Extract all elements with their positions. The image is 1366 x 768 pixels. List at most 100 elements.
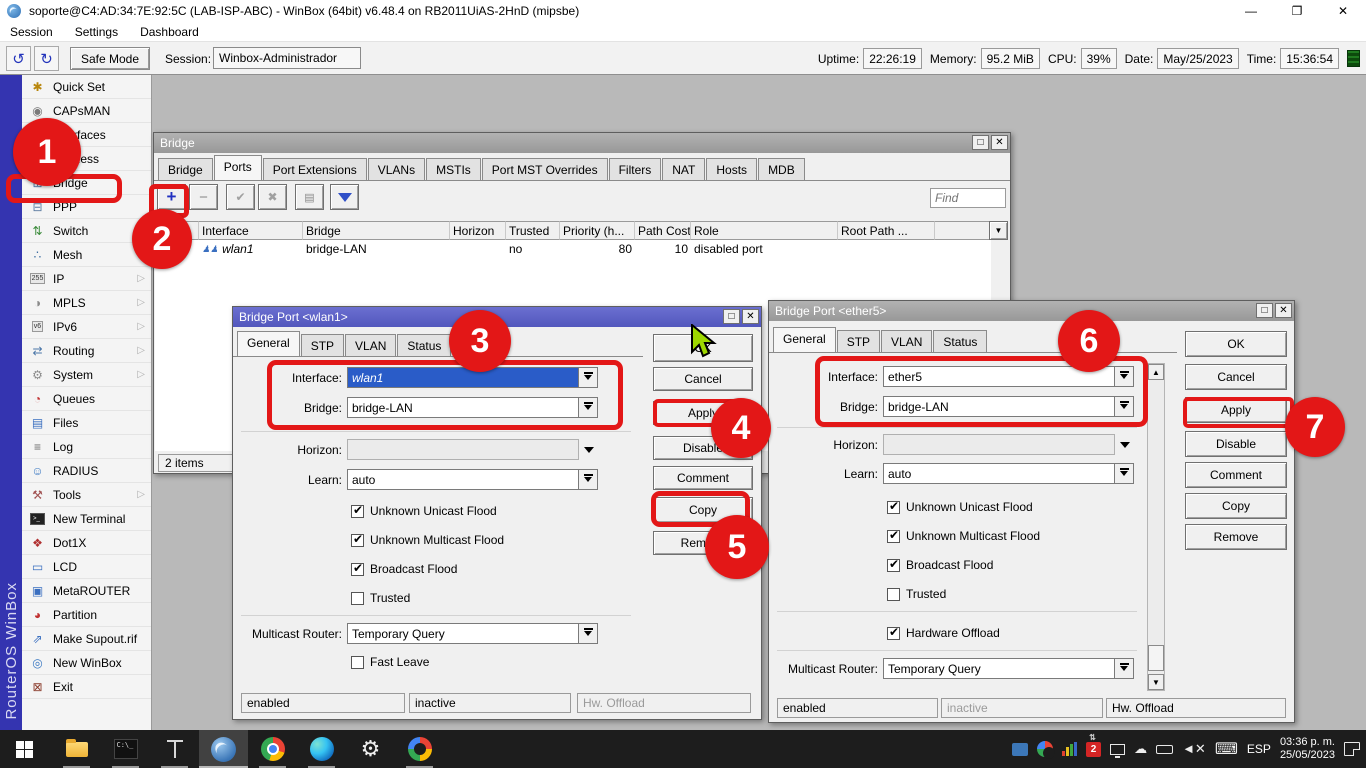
checkbox-unknown-multicast-flood[interactable]: Unknown Multicast Flood (351, 532, 504, 548)
remove-button[interactable]: − (189, 184, 218, 210)
close-icon[interactable]: ✕ (1275, 303, 1292, 318)
tray-cloud-icon[interactable]: ☁ (1134, 741, 1147, 757)
checkbox-trusted[interactable]: Trusted (351, 590, 410, 606)
tab-filters[interactable]: Filters (609, 158, 662, 180)
tab-general[interactable]: General (773, 327, 836, 352)
restore-button[interactable]: ❐ (1274, 0, 1320, 22)
tray-update-badge-icon[interactable]: 2 (1086, 742, 1101, 757)
sidebar-item-dot1x[interactable]: ❖Dot1X (22, 531, 151, 555)
tab-port-mst-overrides[interactable]: Port MST Overrides (482, 158, 608, 180)
checkbox-broadcast-flood[interactable]: Broadcast Flood (351, 561, 457, 577)
tray-winbox-icon[interactable] (1012, 743, 1028, 756)
menu-session[interactable]: Session (8, 25, 55, 39)
multicast-router-input[interactable]: Temporary Query (347, 623, 579, 644)
maximize-icon[interactable]: □ (723, 309, 740, 324)
safe-mode-button[interactable]: Safe Mode (70, 47, 150, 70)
close-icon[interactable]: ✕ (742, 309, 759, 324)
scrollbar-thumb[interactable] (1148, 645, 1164, 671)
maximize-icon[interactable]: □ (1256, 303, 1273, 318)
learn-input[interactable]: auto (347, 469, 579, 490)
checkbox-icon[interactable] (887, 501, 900, 514)
tab-status[interactable]: Status (933, 330, 987, 352)
tray-clock[interactable]: 03:36 p. m. 25/05/2023 (1280, 736, 1335, 762)
multicast-router-dropdown-icon[interactable] (579, 623, 598, 644)
scroll-up-button[interactable]: ▲ (1148, 364, 1164, 380)
sidebar-item-ipv6[interactable]: v6IPv6▷ (22, 315, 151, 339)
taskbar-command-prompt[interactable]: C:\_ (101, 730, 150, 768)
tray-equalizer-icon[interactable] (1062, 742, 1077, 756)
column-header-trusted[interactable]: Trusted (506, 221, 560, 240)
start-button[interactable] (0, 730, 49, 768)
tray-battery-icon[interactable] (1156, 745, 1173, 754)
enable-button[interactable]: ✔ (226, 184, 255, 210)
comment-button[interactable]: ▤ (295, 184, 324, 210)
learn-dropdown-icon[interactable] (579, 469, 598, 490)
remove-button[interactable]: Remove (1185, 524, 1287, 550)
tab-mstis[interactable]: MSTIs (426, 158, 481, 180)
horizon-dropdown-icon[interactable] (1115, 434, 1134, 455)
learn-dropdown-icon[interactable] (1115, 463, 1134, 484)
sidebar-item-quick-set[interactable]: ✱Quick Set (22, 75, 151, 99)
sidebar-item-system[interactable]: ⚙System▷ (22, 363, 151, 387)
horizon-input[interactable] (883, 434, 1115, 455)
sidebar-item-ip[interactable]: 255IP▷ (22, 267, 151, 291)
taskbar-settings[interactable]: ⚙ (346, 730, 395, 768)
tray-keyboard-icon[interactable]: ⌨ (1215, 739, 1238, 759)
table-row-wlan1[interactable]: I ♟♟wlan1 bridge-LAN no 80 10 disabled p… (155, 240, 991, 258)
taskbar-chrome[interactable] (248, 730, 297, 768)
checkbox-icon[interactable] (351, 534, 364, 547)
checkbox-icon[interactable] (887, 530, 900, 543)
taskbar-winbox[interactable] (199, 730, 248, 768)
multicast-router-dropdown-icon[interactable] (1115, 658, 1134, 679)
learn-input[interactable]: auto (883, 463, 1115, 484)
tab-mdb[interactable]: MDB (758, 158, 805, 180)
column-header-interface[interactable]: Interface (199, 221, 303, 240)
checkbox-unknown-unicast-flood[interactable]: Unknown Unicast Flood (887, 499, 1033, 515)
checkbox-trusted[interactable]: Trusted (887, 586, 946, 602)
column-header-root-path[interactable]: Root Path ... (838, 221, 935, 240)
tab-vlan[interactable]: VLAN (345, 334, 396, 356)
sidebar-item-routing[interactable]: ⇄Routing▷ (22, 339, 151, 363)
cancel-button[interactable]: Cancel (1185, 364, 1287, 390)
checkbox-hardware-offload[interactable]: Hardware Offload (887, 625, 1000, 641)
column-header-priority[interactable]: Priority (h... (560, 221, 635, 240)
tray-chrome-icon[interactable] (1037, 741, 1053, 757)
sidebar-item-radius[interactable]: ☺RADIUS (22, 459, 151, 483)
taskbar-edge[interactable] (297, 730, 346, 768)
sidebar-item-files[interactable]: ▤Files (22, 411, 151, 435)
sidebar-item-make-supout[interactable]: ⇗Make Supout.rif (22, 627, 151, 651)
checkbox-icon[interactable] (351, 505, 364, 518)
filter-button[interactable] (330, 184, 359, 210)
checkbox-icon[interactable] (351, 592, 364, 605)
maximize-icon[interactable]: □ (972, 135, 989, 150)
horizon-input[interactable] (347, 439, 579, 460)
minimize-button[interactable]: — (1228, 0, 1274, 22)
column-header-horizon[interactable]: Horizon (450, 221, 506, 240)
find-input[interactable] (930, 188, 1006, 208)
tray-language[interactable]: ESP (1247, 742, 1271, 756)
undo-button[interactable]: ↺ (6, 46, 31, 71)
checkbox-fast-leave[interactable]: Fast Leave (351, 654, 429, 670)
notification-center-icon[interactable] (1344, 742, 1360, 756)
tab-stp[interactable]: STP (837, 330, 880, 352)
comment-button[interactable]: Comment (653, 466, 753, 490)
comment-button[interactable]: Comment (1185, 462, 1287, 488)
tab-port-extensions[interactable]: Port Extensions (263, 158, 367, 180)
sidebar-item-lcd[interactable]: ▭LCD (22, 555, 151, 579)
tab-status[interactable]: Status (397, 334, 451, 356)
horizon-dropdown-icon[interactable] (579, 439, 598, 460)
tab-vlans[interactable]: VLANs (368, 158, 425, 180)
close-button[interactable]: ✕ (1320, 0, 1366, 22)
sidebar-item-tools[interactable]: ⚒Tools▷ (22, 483, 151, 507)
column-header-path-cost[interactable]: Path Cost (635, 221, 691, 240)
sidebar-item-log[interactable]: ≡Log (22, 435, 151, 459)
menu-dashboard[interactable]: Dashboard (138, 25, 201, 39)
column-select-button[interactable]: ▼ (989, 221, 1008, 240)
taskbar-network-tool[interactable] (150, 730, 199, 768)
checkbox-broadcast-flood[interactable]: Broadcast Flood (887, 557, 993, 573)
sidebar-item-mpls[interactable]: ◑MPLS▷ (22, 291, 151, 315)
session-value-box[interactable]: Winbox-Administrador (213, 47, 361, 69)
tab-ports[interactable]: Ports (214, 155, 262, 180)
sidebar-item-exit[interactable]: ⊠Exit (22, 675, 151, 699)
checkbox-unknown-multicast-flood[interactable]: Unknown Multicast Flood (887, 528, 1040, 544)
